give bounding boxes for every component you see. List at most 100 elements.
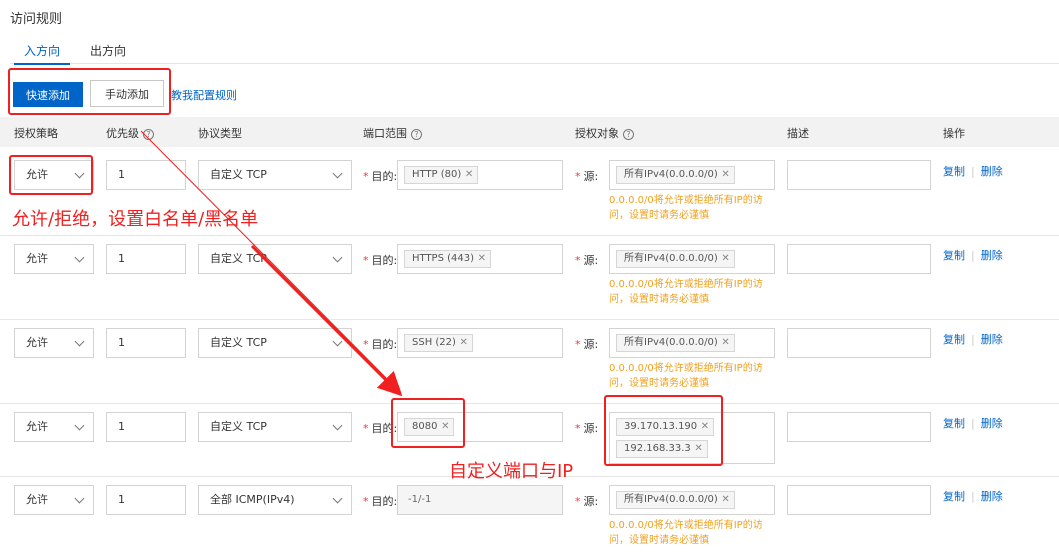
port-tag: HTTPS (443) ✕ xyxy=(404,250,492,268)
help-icon[interactable]: ? xyxy=(143,128,154,140)
table-header: 授权策略 优先级? 协议类型 端口范围? 授权对象? 描述 操作 xyxy=(0,117,1059,147)
close-icon[interactable]: ✕ xyxy=(465,167,473,183)
priority-input[interactable]: 1 xyxy=(106,485,186,515)
copy-link[interactable]: 复制 xyxy=(943,417,965,430)
table-row: 允许 1 自定义 TCP * 目的: SSH (22) ✕ * 源: 所有IPv4(0.0.0.0… xyxy=(0,328,1059,394)
port-range-input[interactable]: HTTPS (443) ✕ xyxy=(397,244,563,274)
auth-target-input[interactable]: 39.170.13.190 ✕ 192.168.33.3 ✕ xyxy=(609,412,775,464)
source-tag: 39.170.13.190 ✕ xyxy=(616,418,715,436)
policy-select[interactable]: 允许 xyxy=(14,412,94,442)
help-icon[interactable]: ? xyxy=(623,128,634,140)
port-tag: HTTP (80) ✕ xyxy=(404,166,479,184)
close-icon[interactable]: ✕ xyxy=(694,441,702,457)
policy-select[interactable]: 允许 xyxy=(14,485,94,515)
close-icon[interactable]: ✕ xyxy=(441,419,449,435)
delete-link[interactable]: 删除 xyxy=(981,417,1003,430)
warning-text: 0.0.0.0/0将允许或拒绝所有IP的访 问，设置时请务必谨慎 xyxy=(609,195,763,221)
port-range-input: -1/-1 xyxy=(397,485,563,515)
delete-link[interactable]: 删除 xyxy=(981,333,1003,346)
copy-link[interactable]: 复制 xyxy=(943,490,965,503)
close-icon[interactable]: ✕ xyxy=(478,251,486,267)
annotation-allow-deny: 允许/拒绝，设置白名单/黑名单 xyxy=(12,209,259,230)
source-label: * 源: xyxy=(575,495,599,508)
description-input[interactable] xyxy=(787,328,931,358)
warning-text: 0.0.0.0/0将允许或拒绝所有IP的访 问，设置时请务必谨慎 xyxy=(609,363,763,389)
description-input[interactable] xyxy=(787,160,931,190)
auth-target-input[interactable]: 所有IPv4(0.0.0.0/0) ✕ xyxy=(609,160,775,190)
help-icon[interactable]: ? xyxy=(411,128,422,140)
source-label: * 源: xyxy=(575,338,599,351)
port-tag: SSH (22) ✕ xyxy=(404,334,473,352)
copy-link[interactable]: 复制 xyxy=(943,333,965,346)
policy-select[interactable]: 允许 xyxy=(14,160,94,190)
chevron-down-icon xyxy=(332,336,343,347)
chevron-down-icon xyxy=(332,420,343,431)
warning-text: 0.0.0.0/0将允许或拒绝所有IP的访 问，设置时请务必谨慎 xyxy=(609,279,763,305)
close-icon[interactable]: ✕ xyxy=(701,419,709,435)
col-port-range: 端口范围? xyxy=(363,125,422,141)
dest-label: * 目的: xyxy=(363,495,398,508)
protocol-select[interactable]: 全部 ICMP(IPv4) xyxy=(198,485,352,515)
source-tag: 所有IPv4(0.0.0.0/0) ✕ xyxy=(616,250,735,268)
protocol-select[interactable]: 自定义 TCP xyxy=(198,412,352,442)
port-range-input[interactable]: HTTP (80) ✕ xyxy=(397,160,563,190)
description-input[interactable] xyxy=(787,485,931,515)
annotation-custom-port-ip: 自定义端口与IP xyxy=(449,461,574,482)
port-range-input[interactable]: SSH (22) ✕ xyxy=(397,328,563,358)
auth-target-input[interactable]: 所有IPv4(0.0.0.0/0) ✕ xyxy=(609,485,775,515)
delete-link[interactable]: 删除 xyxy=(981,490,1003,503)
delete-link[interactable]: 删除 xyxy=(981,249,1003,262)
source-label: * 源: xyxy=(575,170,599,183)
port-range-input[interactable]: 8080 ✕ xyxy=(397,412,563,442)
help-config-link[interactable]: 教我配置规则 xyxy=(171,87,237,103)
col-actions: 操作 xyxy=(943,127,965,140)
chevron-down-icon xyxy=(332,493,343,504)
chevron-down-icon xyxy=(74,168,85,179)
row-actions: 复制 | 删除 xyxy=(943,417,1003,430)
close-icon[interactable]: ✕ xyxy=(721,492,729,508)
quick-add-button[interactable]: 快速添加 xyxy=(13,82,83,107)
warning-text: 0.0.0.0/0将允许或拒绝所有IP的访 问，设置时请务必谨慎 xyxy=(609,520,763,546)
dest-label: * 目的: xyxy=(363,422,398,435)
source-tag: 所有IPv4(0.0.0.0/0) ✕ xyxy=(616,491,735,509)
priority-input[interactable]: 1 xyxy=(106,328,186,358)
description-input[interactable] xyxy=(787,244,931,274)
row-divider xyxy=(0,235,1059,236)
tab-outbound[interactable]: 出方向 xyxy=(90,42,126,59)
chevron-down-icon xyxy=(74,252,85,263)
policy-select[interactable]: 允许 xyxy=(14,244,94,274)
source-label: * 源: xyxy=(575,422,599,435)
row-divider xyxy=(0,319,1059,320)
protocol-select[interactable]: 自定义 TCP xyxy=(198,244,352,274)
table-row: 允许 1 自定义 TCP * 目的: HTTPS (443) ✕ * 源: 所有IPv4(0.0.… xyxy=(0,244,1059,310)
row-actions: 复制 | 删除 xyxy=(943,490,1003,503)
copy-link[interactable]: 复制 xyxy=(943,165,965,178)
auth-target-input[interactable]: 所有IPv4(0.0.0.0/0) ✕ xyxy=(609,244,775,274)
close-icon[interactable]: ✕ xyxy=(721,167,729,183)
tab-bar: 入方向 出方向 xyxy=(10,40,1059,65)
close-icon[interactable]: ✕ xyxy=(721,335,729,351)
chevron-down-icon xyxy=(332,168,343,179)
row-actions: 复制 | 删除 xyxy=(943,165,1003,178)
chevron-down-icon xyxy=(74,336,85,347)
priority-input[interactable]: 1 xyxy=(106,412,186,442)
port-tag: 8080 ✕ xyxy=(404,418,455,436)
source-tag: 所有IPv4(0.0.0.0/0) ✕ xyxy=(616,166,735,184)
chevron-down-icon xyxy=(74,493,85,504)
dest-label: * 目的: xyxy=(363,338,398,351)
row-divider xyxy=(0,403,1059,404)
priority-input[interactable]: 1 xyxy=(106,160,186,190)
protocol-select[interactable]: 自定义 TCP xyxy=(198,160,352,190)
description-input[interactable] xyxy=(787,412,931,442)
copy-link[interactable]: 复制 xyxy=(943,249,965,262)
close-icon[interactable]: ✕ xyxy=(721,251,729,267)
delete-link[interactable]: 删除 xyxy=(981,165,1003,178)
table-row: 允许 1 全部 ICMP(IPv4) * 目的: -1/-1 * 源: 所有IPv4(0.0.0… xyxy=(0,485,1059,555)
protocol-select[interactable]: 自定义 TCP xyxy=(198,328,352,358)
manual-add-button[interactable]: 手动添加 xyxy=(90,80,164,107)
priority-input[interactable]: 1 xyxy=(106,244,186,274)
tab-inbound[interactable]: 入方向 xyxy=(13,42,71,65)
close-icon[interactable]: ✕ xyxy=(460,335,468,351)
auth-target-input[interactable]: 所有IPv4(0.0.0.0/0) ✕ xyxy=(609,328,775,358)
policy-select[interactable]: 允许 xyxy=(14,328,94,358)
